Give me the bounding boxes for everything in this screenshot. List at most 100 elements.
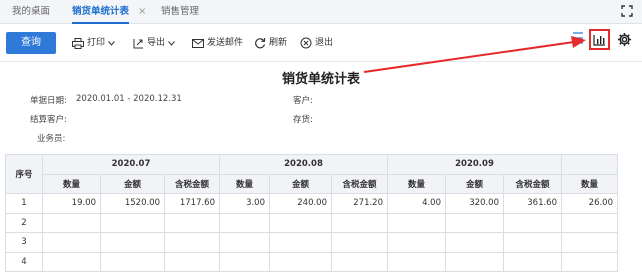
table-cell [503,251,562,272]
column-header: 数量 [561,173,618,194]
table-cell [269,212,332,233]
table-cell [219,232,270,253]
column-header: 含税金额 [331,173,388,194]
salesman-label: 业务员: [37,134,66,144]
tab-my-desktop[interactable]: 我的桌面 [12,0,50,24]
column-header: 金额 [445,173,504,194]
report-title: 销货单统计表 [281,72,360,87]
table-cell [100,232,165,253]
column-header: 含税金额 [503,173,562,194]
send-email-label: 发送邮件 [207,38,244,48]
table-cell [445,232,504,253]
table-row[interactable]: 2 [5,212,618,233]
customer-label: 客户: [293,96,313,106]
table-cell [42,212,101,233]
table-cell [387,251,446,272]
tab-close-icon[interactable]: × [138,0,146,24]
table-cell: 271.20 [331,193,388,214]
table-cell: 361.60 [503,193,562,214]
period-header-partial [561,154,618,175]
email-icon [192,38,204,48]
send-email-button[interactable]: 发送邮件 [192,32,243,54]
table-cell [331,251,388,272]
refresh-label: 刷新 [269,38,288,48]
tab-bar: 我的桌面 销货单统计表 × 销售管理 [0,0,642,24]
table-cell [387,212,446,233]
table-cell [331,232,388,253]
row-index: 2 [5,212,43,233]
chart-view-button[interactable] [589,29,610,50]
table-cell: 19.00 [42,193,101,214]
list-icon[interactable] [572,31,584,45]
table-body: 1 19.00 1520.00 1717.60 3.00 240.00 271.20 4.00… [5,193,618,272]
column-header: 金额 [269,173,332,194]
period-header: 2020.07 [42,154,220,175]
export-icon [133,38,143,48]
table-cell [561,212,618,233]
column-header: 含税金额 [164,173,220,194]
table-row[interactable]: 1 19.00 1520.00 1717.60 3.00 240.00 271.20 4.00… [5,193,618,214]
chevron-down-icon [168,40,175,46]
table-cell [561,251,618,272]
close-circle-icon [300,37,312,49]
table-row[interactable]: 4 [5,251,618,272]
period-header: 2020.09 [387,154,562,175]
table-cell [561,232,618,253]
date-value: 2020.01.01 - 2020.12.31 [76,94,182,104]
printer-icon [72,37,84,49]
table-cell [100,251,165,272]
row-index: 4 [5,251,43,272]
table-cell [164,212,220,233]
row-index: 1 [5,193,43,214]
date-label: 单据日期: [30,96,67,106]
settle-customer-label: 结算客户: [30,115,67,125]
chevron-down-icon [108,40,115,46]
table-cell [269,232,332,253]
table-cell [42,232,101,253]
table-cell [503,212,562,233]
table-cell [331,212,388,233]
index-header: 序号 [5,154,43,194]
table-cell [445,251,504,272]
gear-icon[interactable] [617,32,632,47]
column-header: 数量 [42,173,101,194]
period-header-row: 序号 2020.07 2020.08 2020.09 [5,154,618,194]
fullscreen-icon[interactable] [621,5,633,17]
column-header: 金额 [100,173,165,194]
subheader-row: 数量 金额 含税金额 数量 金额 含税金额 数量 金额 含税金额 数量 [6,173,618,194]
table-cell [164,232,220,253]
sales-stats-table: 序号 2020.07 2020.08 2020.09 数量 金额 含税金额 数量… [5,154,618,272]
period-header: 2020.08 [219,154,388,175]
table-cell: 3.00 [219,193,270,214]
bar-chart-icon [593,34,605,46]
tab-sales-management[interactable]: 销售管理 [161,0,199,24]
table-cell [445,212,504,233]
table-cell: 4.00 [387,193,446,214]
column-header: 数量 [387,173,446,194]
table-cell: 240.00 [269,193,332,214]
table-cell: 1520.00 [100,193,165,214]
table-cell [100,212,165,233]
table-cell [164,251,220,272]
table-cell [219,251,270,272]
table-cell [269,251,332,272]
tab-sales-stats[interactable]: 销货单统计表 [72,0,130,24]
exit-label: 退出 [315,38,334,48]
table-cell: 1717.60 [164,193,220,214]
row-index: 3 [5,232,43,253]
table-cell [387,232,446,253]
column-header: 数量 [219,173,270,194]
table-cell [42,251,101,272]
export-button[interactable]: 导出 [133,32,175,54]
toolbar: 查询 打印 导出 发送邮件 刷新 退出 [0,24,642,62]
table-cell: 26.00 [561,193,618,214]
print-button[interactable]: 打印 [72,32,115,54]
stock-label: 存货: [293,115,313,125]
table-cell: 320.00 [445,193,504,214]
export-label: 导出 [147,38,166,48]
query-button[interactable]: 查询 [6,32,56,54]
table-cell [503,232,562,253]
table-row[interactable]: 3 [5,232,618,253]
refresh-button[interactable]: 刷新 [254,32,287,54]
exit-button[interactable]: 退出 [300,32,333,54]
